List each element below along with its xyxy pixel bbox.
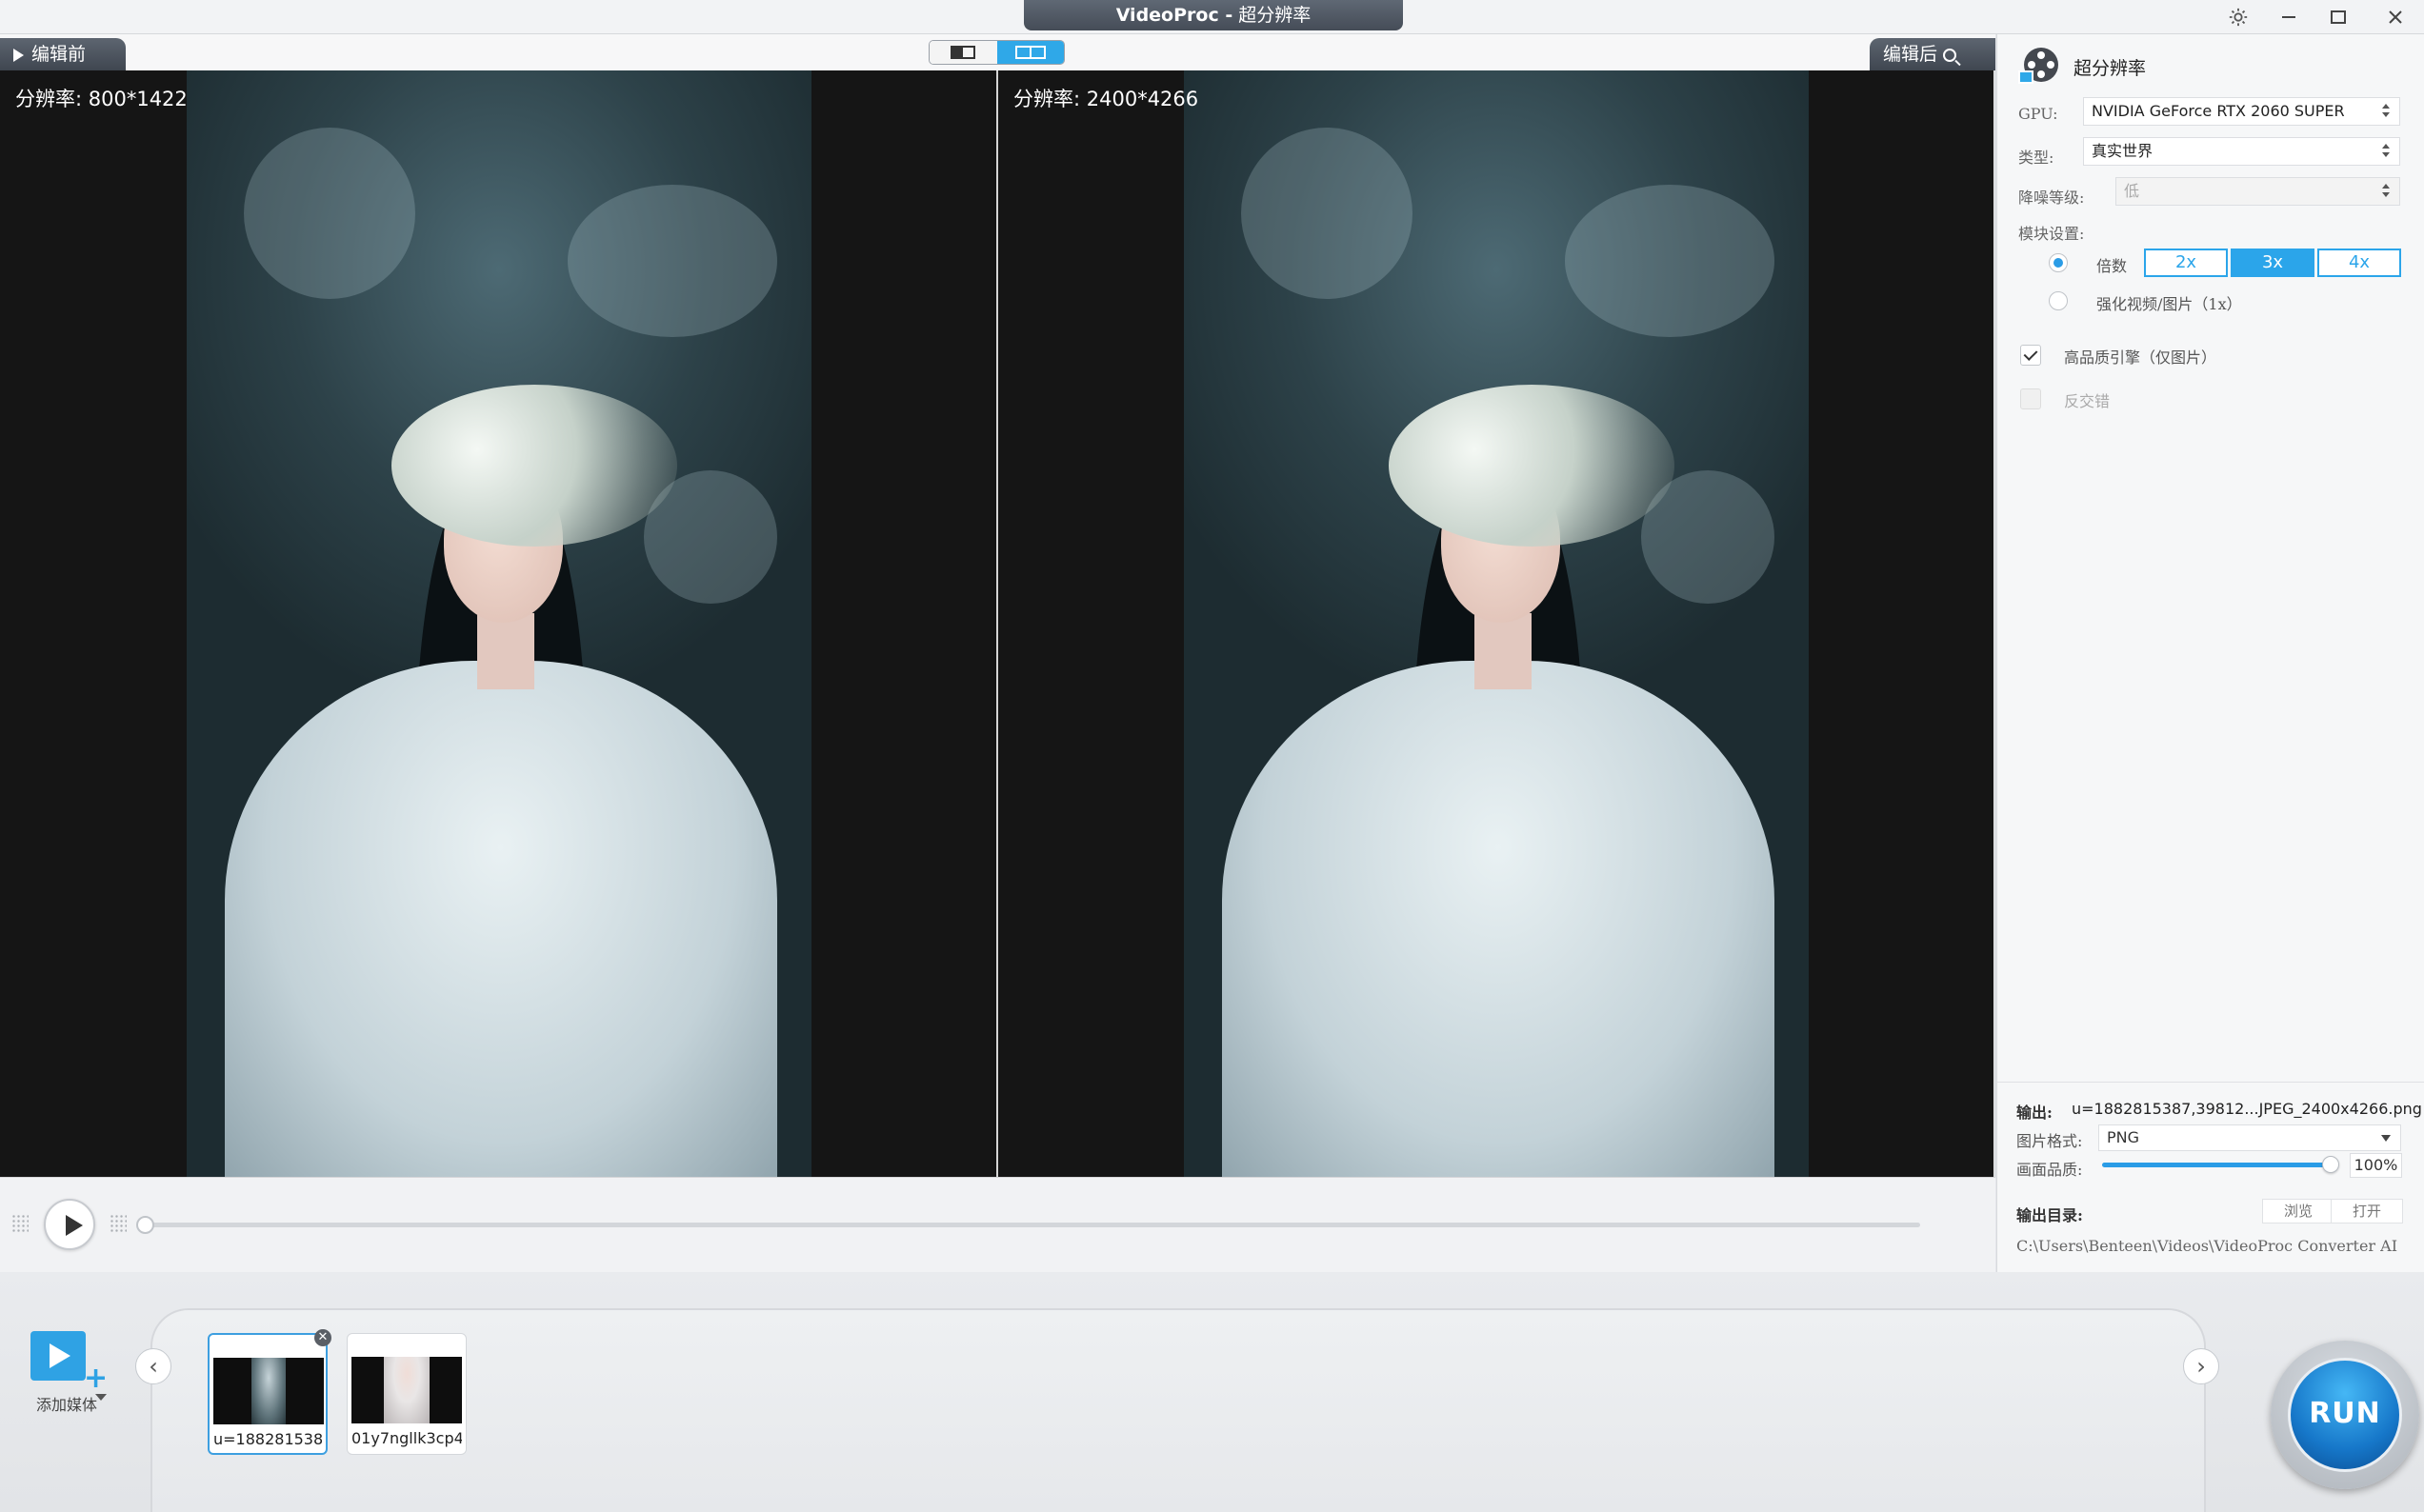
scale-4x-button[interactable]: 4x xyxy=(2317,249,2401,277)
before-tab[interactable]: 编辑前 xyxy=(0,38,126,70)
scale-2x-button[interactable]: 2x xyxy=(2144,249,2228,277)
after-resolution-label: 分辨率: 2400*4266 xyxy=(1013,88,1199,110)
type-label: 类型: xyxy=(2018,149,2054,167)
output-dir-label: 输出目录: xyxy=(2016,1206,2083,1224)
after-tab[interactable]: 编辑后 xyxy=(1870,38,1995,70)
quality-slider-knob[interactable] xyxy=(2322,1156,2339,1173)
after-label: 编辑后 xyxy=(1883,44,1938,65)
scale-radio[interactable] xyxy=(2049,253,2068,272)
panel-title: 超分辨率 xyxy=(2073,57,2147,79)
single-view-icon xyxy=(951,46,976,59)
enhance-option-label: 强化视频/图片（1x） xyxy=(2096,295,2242,313)
magnifier-icon xyxy=(1943,48,1957,62)
settings-button[interactable] xyxy=(2214,0,2262,34)
panel-header: 超分辨率 xyxy=(2018,46,2146,88)
run-label: RUN xyxy=(2309,1397,2381,1430)
close-icon xyxy=(2389,10,2402,24)
enhance-radio[interactable] xyxy=(2049,291,2068,310)
single-view-button[interactable] xyxy=(930,41,997,64)
after-preview-pane: 分辨率: 2400*4266 xyxy=(998,70,1993,1177)
maximize-button[interactable] xyxy=(2314,0,2362,34)
quality-label: 画面品质: xyxy=(2016,1161,2083,1179)
grip-handle-icon[interactable] xyxy=(110,1214,127,1233)
hq-engine-checkbox[interactable] xyxy=(2020,345,2041,366)
type-select[interactable]: 真实世界 xyxy=(2083,137,2400,166)
view-mode-toggle xyxy=(929,40,1065,65)
output-label: 输出: xyxy=(2016,1104,2053,1122)
app-name: VideoProc - xyxy=(1115,5,1233,26)
close-button[interactable] xyxy=(2372,0,2419,34)
output-filename: u=1882815387,39812...JPEG_2400x4266.png xyxy=(2072,1100,2422,1118)
scroll-left-button[interactable]: ‹ xyxy=(135,1348,171,1384)
module-label: 模块设置: xyxy=(2018,225,2085,243)
chevron-left-icon: ‹ xyxy=(149,1353,158,1380)
media-item-name: 01y7ngllk3cp4s9 xyxy=(351,1429,462,1447)
preview-area: 编辑前 编辑后 分辨率: 800*1422 分辨率: 2400*4266 xyxy=(0,34,1995,1272)
format-label: 图片格式: xyxy=(2016,1132,2083,1150)
media-item[interactable]: u=1882815387,3 xyxy=(208,1333,328,1455)
hq-engine-label: 高品质引擎（仅图片） xyxy=(2064,348,2217,367)
media-item-name: u=1882815387,3 xyxy=(213,1430,324,1448)
remove-media-button[interactable]: ✕ xyxy=(314,1329,331,1346)
quality-slider[interactable] xyxy=(2102,1156,2339,1173)
play-button[interactable] xyxy=(44,1199,95,1250)
add-media-button[interactable]: + 添加媒体 xyxy=(23,1329,110,1424)
type-value: 真实世界 xyxy=(2092,142,2154,160)
quality-value-input[interactable]: 100% xyxy=(2350,1153,2402,1178)
scroll-right-button[interactable]: › xyxy=(2183,1348,2219,1384)
plus-icon: + xyxy=(84,1362,109,1395)
before-resolution-label: 分辨率: 800*1422 xyxy=(15,88,188,110)
title-bar: VideoProc - 超分辨率 xyxy=(0,0,2424,34)
updown-arrow-icon xyxy=(2382,182,2390,199)
timeline-knob[interactable] xyxy=(136,1216,154,1234)
run-button-core: RUN xyxy=(2288,1358,2402,1472)
window-title: VideoProc - 超分辨率 xyxy=(1024,0,1403,30)
browse-button[interactable]: 浏览 xyxy=(2262,1199,2334,1224)
scale-3x-button[interactable]: 3x xyxy=(2231,249,2314,277)
split-view-icon xyxy=(1014,46,1046,59)
deinterlace-label: 反交错 xyxy=(2064,392,2111,410)
updown-arrow-icon xyxy=(2382,102,2390,119)
format-value: PNG xyxy=(2107,1128,2140,1146)
close-icon: ✕ xyxy=(317,1330,329,1344)
gear-icon xyxy=(2229,8,2248,27)
playback-controls xyxy=(0,1177,1995,1272)
output-dir-path: C:\Users\Benteen\Videos\VideoProc Conver… xyxy=(2016,1237,2398,1255)
play-triangle-icon xyxy=(13,48,24,62)
format-select[interactable]: PNG xyxy=(2098,1124,2401,1151)
scale-option-label: 倍数 xyxy=(2096,257,2128,275)
gpu-value: NVIDIA GeForce RTX 2060 SUPER xyxy=(2092,102,2345,120)
settings-panel: 超分辨率 GPU: NVIDIA GeForce RTX 2060 SUPER … xyxy=(1996,34,2424,1272)
add-video-icon xyxy=(30,1331,86,1381)
before-preview-image xyxy=(187,70,811,1177)
film-reel-icon xyxy=(2018,48,2060,86)
minimize-icon xyxy=(2282,16,2295,18)
before-preview-pane: 分辨率: 800*1422 xyxy=(0,70,996,1177)
denoise-label: 降噪等级: xyxy=(2018,189,2085,207)
mode-title: 超分辨率 xyxy=(1238,5,1312,26)
split-view-button[interactable] xyxy=(996,41,1064,64)
before-label: 编辑前 xyxy=(31,44,87,65)
denoise-select[interactable]: 低 xyxy=(2115,177,2400,206)
denoise-value: 低 xyxy=(2124,182,2140,200)
updown-arrow-icon xyxy=(2382,142,2390,159)
view-bar: 编辑前 编辑后 xyxy=(0,34,1995,70)
media-thumbnail xyxy=(351,1357,462,1423)
media-item[interactable]: 01y7ngllk3cp4s9 xyxy=(347,1333,467,1455)
grip-handle-icon[interactable] xyxy=(11,1214,29,1233)
maximize-icon xyxy=(2331,10,2346,24)
output-section: 输出: u=1882815387,39812...JPEG_2400x4266.… xyxy=(1997,1082,2424,1272)
minimize-button[interactable] xyxy=(2265,0,2313,34)
open-folder-button[interactable]: 打开 xyxy=(2331,1199,2403,1224)
gpu-select[interactable]: NVIDIA GeForce RTX 2060 SUPER xyxy=(2083,97,2400,126)
media-thumbnail xyxy=(213,1358,324,1424)
deinterlace-checkbox[interactable] xyxy=(2020,388,2041,409)
timeline-slider[interactable] xyxy=(136,1216,1920,1234)
run-button[interactable]: RUN xyxy=(2271,1341,2419,1489)
after-preview-image xyxy=(1184,70,1809,1177)
chevron-right-icon: › xyxy=(2196,1353,2206,1380)
add-media-label: 添加媒体 xyxy=(35,1396,97,1414)
gpu-label: GPU: xyxy=(2018,105,2058,123)
media-strip-area: + 添加媒体 ‹ › u=1882815387,3 ✕ 01y7ngllk3cp… xyxy=(0,1272,2424,1512)
